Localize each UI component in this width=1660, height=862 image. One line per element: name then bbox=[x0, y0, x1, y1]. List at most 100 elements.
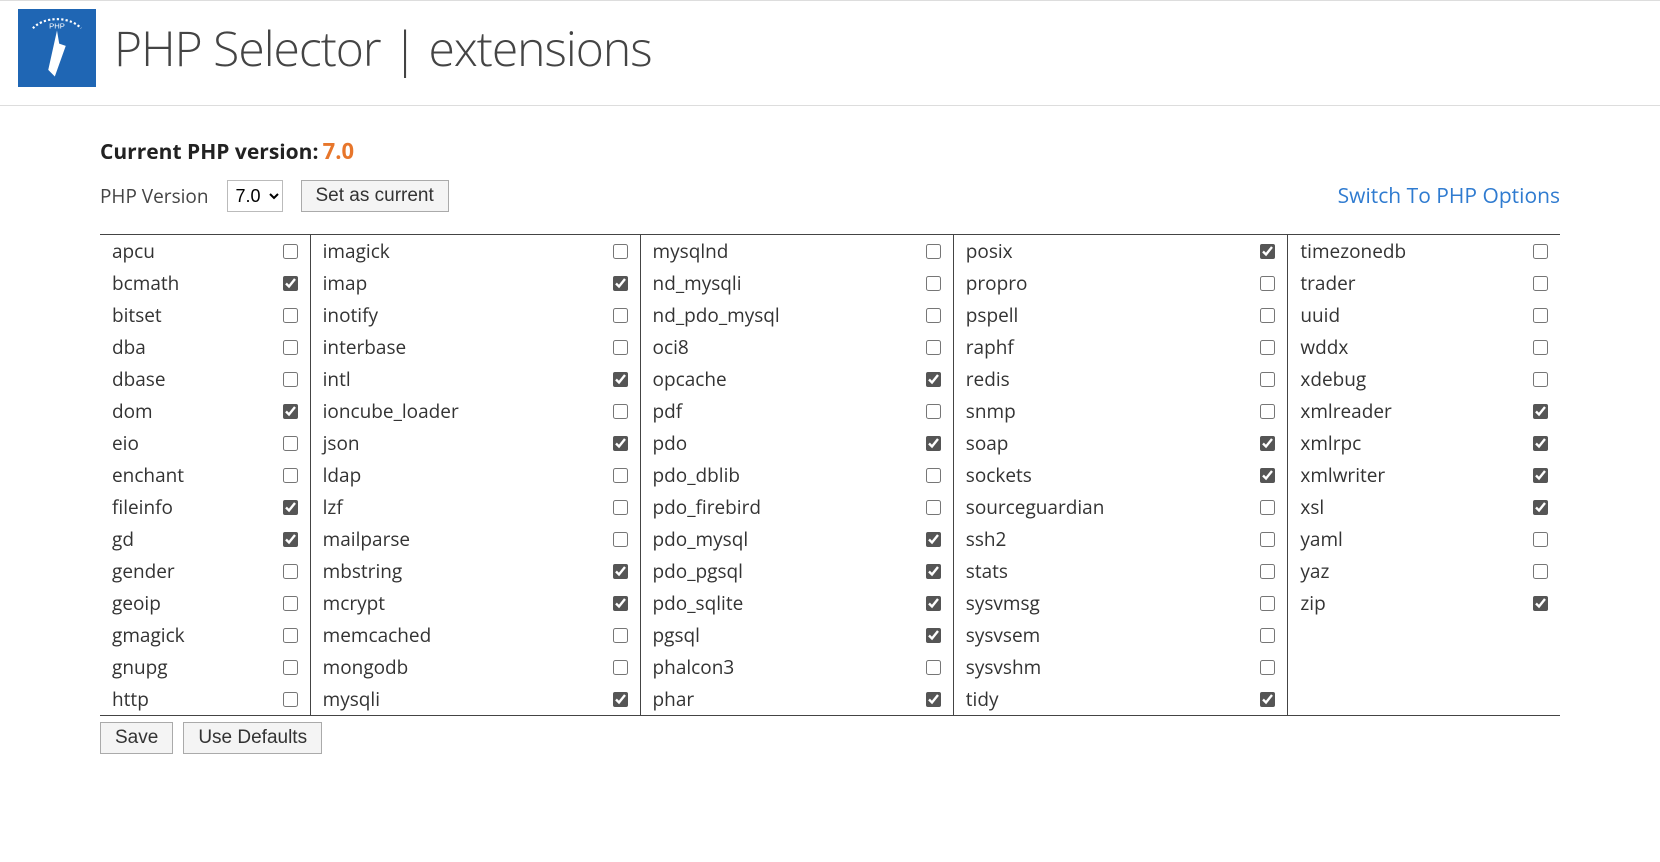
extension-row: nd_mysqli bbox=[641, 267, 953, 299]
extension-checkbox-uuid[interactable] bbox=[1533, 308, 1548, 323]
extension-checkbox-ldap[interactable] bbox=[613, 468, 628, 483]
extension-row: mysqlnd bbox=[641, 235, 953, 267]
extension-checkbox-dom[interactable] bbox=[283, 404, 298, 419]
extension-checkbox-phalcon3[interactable] bbox=[926, 660, 941, 675]
extension-checkbox-pgsql[interactable] bbox=[926, 628, 941, 643]
extension-checkbox-imagick[interactable] bbox=[613, 244, 628, 259]
extension-checkbox-nd_mysqli[interactable] bbox=[926, 276, 941, 291]
extension-label: pdo_firebird bbox=[653, 494, 926, 520]
extension-checkbox-apcu[interactable] bbox=[283, 244, 298, 259]
extension-checkbox-geoip[interactable] bbox=[283, 596, 298, 611]
extension-checkbox-zip[interactable] bbox=[1533, 596, 1548, 611]
extension-checkbox-gmagick[interactable] bbox=[283, 628, 298, 643]
extension-checkbox-timezonedb[interactable] bbox=[1533, 244, 1548, 259]
extension-checkbox-gender[interactable] bbox=[283, 564, 298, 579]
extension-checkbox-memcached[interactable] bbox=[613, 628, 628, 643]
set-as-current-button[interactable]: Set as current bbox=[301, 180, 449, 212]
switch-to-options-link[interactable]: Switch To PHP Options bbox=[1338, 182, 1560, 210]
extension-checkbox-xsl[interactable] bbox=[1533, 500, 1548, 515]
extension-checkbox-snmp[interactable] bbox=[1260, 404, 1275, 419]
extension-checkbox-yaml[interactable] bbox=[1533, 532, 1548, 547]
use-defaults-button[interactable]: Use Defaults bbox=[183, 722, 322, 754]
extension-checkbox-pdo_dblib[interactable] bbox=[926, 468, 941, 483]
extension-checkbox-trader[interactable] bbox=[1533, 276, 1548, 291]
extensions-column: posixpropropspellraphfredissnmpsoapsocke… bbox=[953, 235, 1288, 716]
extension-checkbox-enchant[interactable] bbox=[283, 468, 298, 483]
extension-row: tidy bbox=[954, 683, 1288, 715]
extension-checkbox-mailparse[interactable] bbox=[613, 532, 628, 547]
extension-checkbox-intl[interactable] bbox=[613, 372, 628, 387]
extension-checkbox-eio[interactable] bbox=[283, 436, 298, 451]
extension-label: xmlreader bbox=[1300, 398, 1533, 424]
extension-label: imap bbox=[323, 270, 613, 296]
extension-checkbox-imap[interactable] bbox=[613, 276, 628, 291]
extension-checkbox-mbstring[interactable] bbox=[613, 564, 628, 579]
extension-checkbox-sockets[interactable] bbox=[1260, 468, 1275, 483]
extension-checkbox-posix[interactable] bbox=[1260, 244, 1275, 259]
extension-checkbox-stats[interactable] bbox=[1260, 564, 1275, 579]
extension-checkbox-inotify[interactable] bbox=[613, 308, 628, 323]
php-version-select[interactable]: 7.0 bbox=[227, 180, 283, 212]
extension-checkbox-sysvmsg[interactable] bbox=[1260, 596, 1275, 611]
extension-checkbox-xmlrpc[interactable] bbox=[1533, 436, 1548, 451]
extension-checkbox-bcmath[interactable] bbox=[283, 276, 298, 291]
extension-checkbox-pspell[interactable] bbox=[1260, 308, 1275, 323]
extension-row: gmagick bbox=[100, 619, 310, 651]
extension-row: xsl bbox=[1288, 491, 1560, 523]
extension-checkbox-xmlwriter[interactable] bbox=[1533, 468, 1548, 483]
extension-checkbox-dba[interactable] bbox=[283, 340, 298, 355]
extension-checkbox-pdo_pgsql[interactable] bbox=[926, 564, 941, 579]
extension-checkbox-yaz[interactable] bbox=[1533, 564, 1548, 579]
extension-checkbox-http[interactable] bbox=[283, 692, 298, 707]
extension-checkbox-mysqlnd[interactable] bbox=[926, 244, 941, 259]
extension-row: json bbox=[311, 427, 640, 459]
extension-checkbox-fileinfo[interactable] bbox=[283, 500, 298, 515]
extension-checkbox-xmlreader[interactable] bbox=[1533, 404, 1548, 419]
extension-checkbox-oci8[interactable] bbox=[926, 340, 941, 355]
extension-label: dbase bbox=[112, 366, 283, 392]
extension-row: http bbox=[100, 683, 310, 715]
extension-checkbox-wddx[interactable] bbox=[1533, 340, 1548, 355]
extension-checkbox-gd[interactable] bbox=[283, 532, 298, 547]
extension-checkbox-pdf[interactable] bbox=[926, 404, 941, 419]
extension-row: pdo bbox=[641, 427, 953, 459]
extension-checkbox-sysvsem[interactable] bbox=[1260, 628, 1275, 643]
extension-checkbox-raphf[interactable] bbox=[1260, 340, 1275, 355]
extension-checkbox-sysvshm[interactable] bbox=[1260, 660, 1275, 675]
extension-label: timezonedb bbox=[1300, 238, 1533, 264]
extension-checkbox-json[interactable] bbox=[613, 436, 628, 451]
extension-checkbox-tidy[interactable] bbox=[1260, 692, 1275, 707]
extension-checkbox-redis[interactable] bbox=[1260, 372, 1275, 387]
extension-checkbox-soap[interactable] bbox=[1260, 436, 1275, 451]
extension-checkbox-bitset[interactable] bbox=[283, 308, 298, 323]
extension-checkbox-pdo_mysql[interactable] bbox=[926, 532, 941, 547]
extension-checkbox-mysqli[interactable] bbox=[613, 692, 628, 707]
save-button[interactable]: Save bbox=[100, 722, 173, 754]
extension-row: mcrypt bbox=[311, 587, 640, 619]
extensions-column: apcubcmathbitsetdbadbasedomeioenchantfil… bbox=[100, 235, 310, 716]
extension-checkbox-sourceguardian[interactable] bbox=[1260, 500, 1275, 515]
extension-label: wddx bbox=[1300, 334, 1533, 360]
extension-label: pdo_mysql bbox=[653, 526, 926, 552]
extension-checkbox-xdebug[interactable] bbox=[1533, 372, 1548, 387]
extension-row: intl bbox=[311, 363, 640, 395]
extension-checkbox-dbase[interactable] bbox=[283, 372, 298, 387]
extension-checkbox-nd_pdo_mysql[interactable] bbox=[926, 308, 941, 323]
extension-checkbox-opcache[interactable] bbox=[926, 372, 941, 387]
extension-checkbox-phar[interactable] bbox=[926, 692, 941, 707]
extension-checkbox-interbase[interactable] bbox=[613, 340, 628, 355]
extension-checkbox-pdo_firebird[interactable] bbox=[926, 500, 941, 515]
extension-label: imagick bbox=[323, 238, 613, 264]
extension-label: opcache bbox=[653, 366, 926, 392]
extension-checkbox-lzf[interactable] bbox=[613, 500, 628, 515]
extension-checkbox-ssh2[interactable] bbox=[1260, 532, 1275, 547]
extension-checkbox-mcrypt[interactable] bbox=[613, 596, 628, 611]
extension-checkbox-gnupg[interactable] bbox=[283, 660, 298, 675]
extension-label: geoip bbox=[112, 590, 283, 616]
extension-checkbox-pdo[interactable] bbox=[926, 436, 941, 451]
extension-checkbox-ioncube_loader[interactable] bbox=[613, 404, 628, 419]
extension-row: xmlreader bbox=[1288, 395, 1560, 427]
extension-checkbox-pdo_sqlite[interactable] bbox=[926, 596, 941, 611]
extension-checkbox-propro[interactable] bbox=[1260, 276, 1275, 291]
extension-checkbox-mongodb[interactable] bbox=[613, 660, 628, 675]
